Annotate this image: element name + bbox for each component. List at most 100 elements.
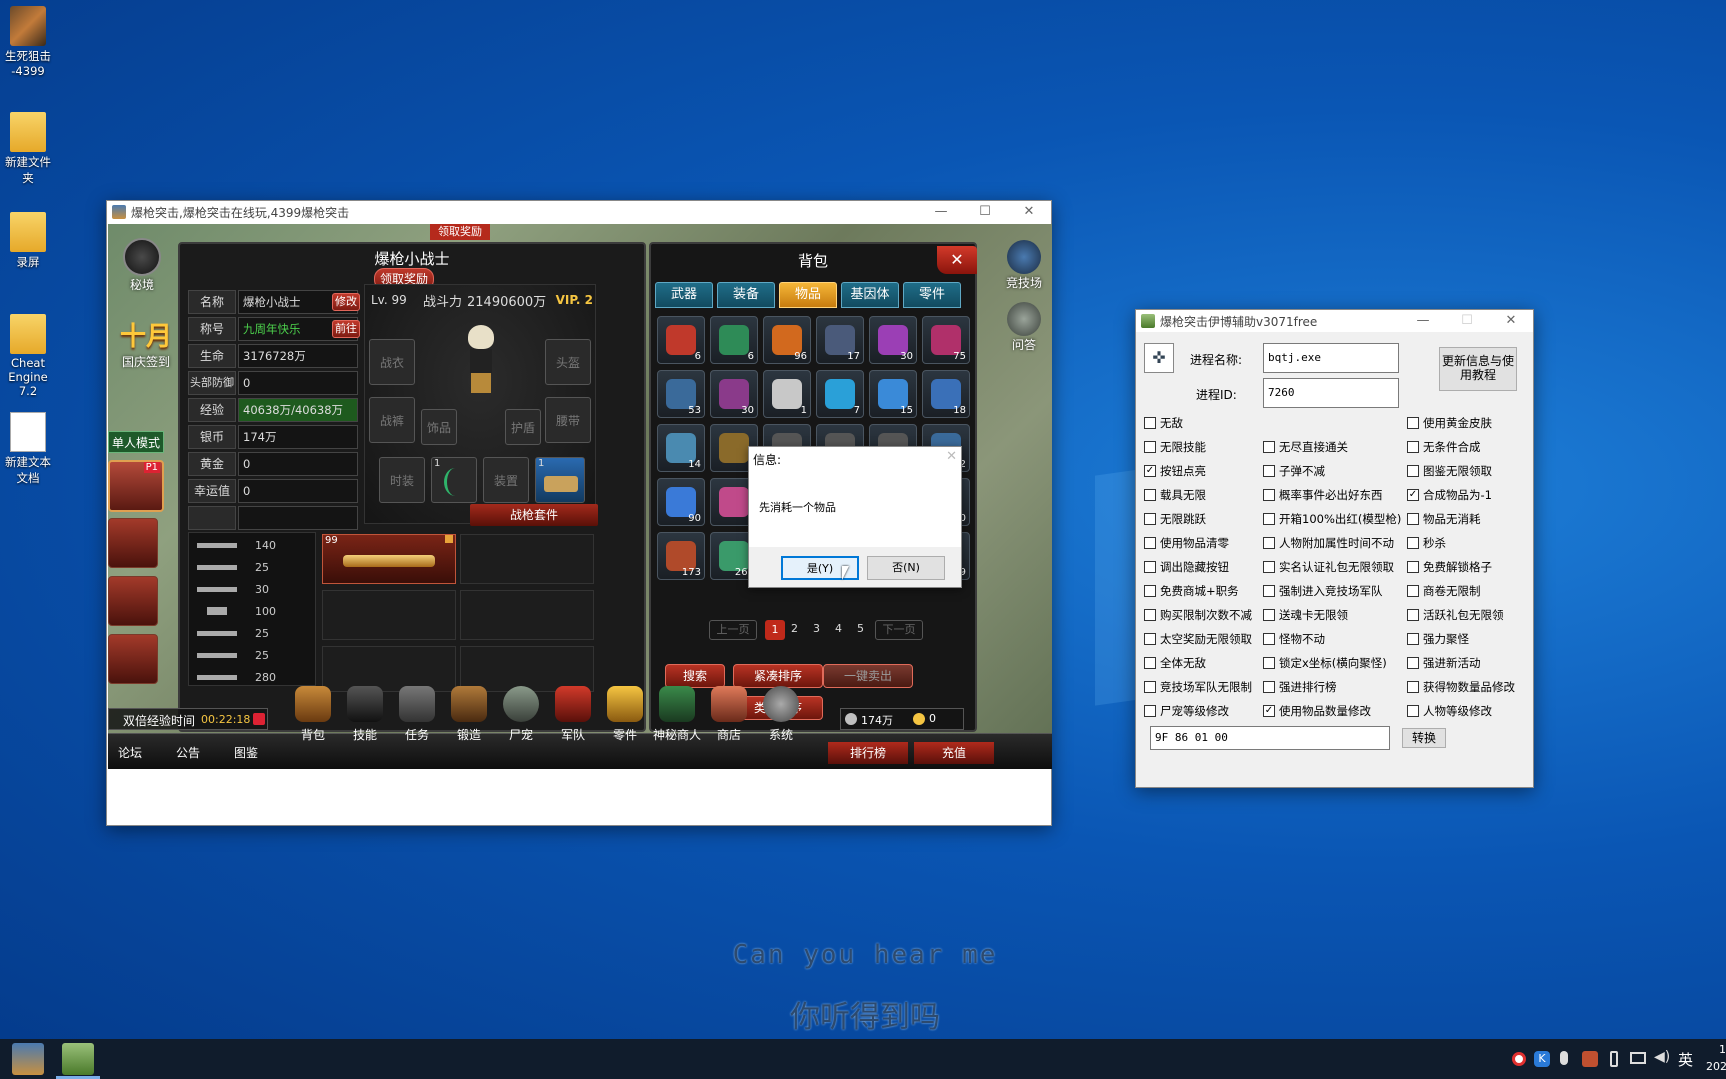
option-checkbox[interactable]: 载具无限 xyxy=(1144,487,1206,503)
option-checkbox[interactable]: 活跃礼包无限领 xyxy=(1407,607,1504,623)
minimize-button[interactable]: — xyxy=(1401,310,1445,332)
option-checkbox[interactable]: 怪物不动 xyxy=(1263,631,1325,647)
desktop-icon-new-folder[interactable]: 新建文件夹 xyxy=(0,112,56,186)
bag-item-slot[interactable]: 96 xyxy=(763,316,811,364)
option-checkbox[interactable]: ✓ 按钮点亮 xyxy=(1144,463,1206,479)
checkbox-unchecked-icon[interactable] xyxy=(1407,561,1419,573)
taskbar-game-app[interactable] xyxy=(12,1043,44,1075)
slot-weapon[interactable]: 1 xyxy=(431,457,477,503)
checkbox-unchecked-icon[interactable] xyxy=(1144,585,1156,597)
checkbox-unchecked-icon[interactable] xyxy=(1263,513,1275,525)
bag-item-slot[interactable]: 6 xyxy=(710,316,758,364)
checkbox-unchecked-icon[interactable] xyxy=(1263,657,1275,669)
bag-item-slot[interactable]: 14 xyxy=(657,424,705,472)
close-button[interactable]: ✕ xyxy=(1007,201,1051,223)
checkbox-unchecked-icon[interactable] xyxy=(1144,489,1156,501)
menu-system[interactable]: 系统 xyxy=(756,686,806,743)
option-checkbox[interactable]: 全体无敌 xyxy=(1144,655,1206,671)
minimize-button[interactable]: — xyxy=(919,201,963,223)
tray-volume-icon[interactable]: ◀) xyxy=(1654,1049,1670,1065)
codex-link[interactable]: 图鉴 xyxy=(234,744,258,761)
bag-item-slot[interactable]: 6 xyxy=(657,316,705,364)
checkbox-unchecked-icon[interactable] xyxy=(1144,633,1156,645)
option-checkbox[interactable]: 实名认证礼包无限领取 xyxy=(1263,559,1394,575)
checkbox-unchecked-icon[interactable] xyxy=(1407,513,1419,525)
bag-item-slot[interactable]: 90 xyxy=(657,478,705,526)
option-checkbox[interactable]: 免费商城+职务 xyxy=(1144,583,1239,599)
desktop-icon-sniper[interactable]: 生死狙击 -4399 xyxy=(0,6,56,78)
search-button[interactable]: 搜索 xyxy=(665,664,725,688)
slot-bracer[interactable]: 战裤 xyxy=(369,397,415,443)
desktop-icon-text-doc[interactable]: 新建文本文档 xyxy=(0,412,56,486)
compact-sort-button[interactable]: 紧凑排序 xyxy=(733,664,823,688)
no-button[interactable]: 否(N) xyxy=(867,556,945,580)
checkbox-unchecked-icon[interactable] xyxy=(1144,681,1156,693)
notice-link[interactable]: 公告 xyxy=(176,744,200,761)
top-reward-banner[interactable]: 领取奖励 xyxy=(430,224,490,240)
checkbox-unchecked-icon[interactable] xyxy=(1144,609,1156,621)
menu-pets[interactable]: 尸宠 xyxy=(496,686,546,743)
option-checkbox[interactable]: 获得物数量品修改 xyxy=(1407,679,1515,695)
option-checkbox[interactable]: 使用黄金皮肤 xyxy=(1407,415,1492,431)
checkbox-unchecked-icon[interactable] xyxy=(1407,417,1419,429)
checkbox-checked-icon[interactable]: ✓ xyxy=(1263,705,1275,717)
menu-forge[interactable]: 锻造 xyxy=(444,686,494,743)
process-id-input[interactable]: 7260 xyxy=(1263,378,1399,408)
checkbox-unchecked-icon[interactable] xyxy=(1144,561,1156,573)
checkbox-unchecked-icon[interactable] xyxy=(1407,657,1419,669)
option-checkbox[interactable]: 无限技能 xyxy=(1144,439,1206,455)
checkbox-unchecked-icon[interactable] xyxy=(1407,633,1419,645)
option-checkbox[interactable]: 购买限制次数不减 xyxy=(1144,607,1252,623)
page-1[interactable]: 1 xyxy=(765,620,785,640)
game-window-titlebar[interactable]: 爆枪突击,爆枪突击在线玩,4399爆枪突击 — ☐ ✕ xyxy=(107,201,1051,223)
option-checkbox[interactable]: 无限跳跃 xyxy=(1144,511,1206,527)
tab-weapons[interactable]: 武器 xyxy=(655,282,713,308)
recharge-button[interactable]: 充值 xyxy=(914,742,994,764)
option-checkbox[interactable]: 调出隐藏按钮 xyxy=(1144,559,1229,575)
gun-slot-locked[interactable] xyxy=(460,590,594,640)
character-avatar-2[interactable] xyxy=(108,518,158,568)
option-checkbox[interactable]: 送魂卡无限领 xyxy=(1263,607,1348,623)
option-checkbox[interactable]: 太空奖励无限领取 xyxy=(1144,631,1252,647)
checkbox-unchecked-icon[interactable] xyxy=(1144,705,1156,717)
checkbox-checked-icon[interactable]: ✓ xyxy=(1144,465,1156,477)
option-checkbox[interactable]: 无条件合成 xyxy=(1407,439,1481,455)
option-checkbox[interactable]: 强力聚怪 xyxy=(1407,631,1469,647)
tray-mic-icon[interactable] xyxy=(1560,1051,1568,1065)
option-checkbox[interactable]: 物品无消耗 xyxy=(1407,511,1481,527)
option-checkbox[interactable]: 强进新活动 xyxy=(1407,655,1481,671)
option-checkbox[interactable]: 商卷无限制 xyxy=(1407,583,1481,599)
checkbox-unchecked-icon[interactable] xyxy=(1407,465,1419,477)
slot-vehicle[interactable]: 1 xyxy=(535,457,585,503)
close-button[interactable]: ✕ xyxy=(1489,310,1533,332)
convert-button[interactable]: 转换 xyxy=(1402,728,1446,748)
tray-clock[interactable]: 1 202 xyxy=(1706,1041,1726,1075)
taskbar-helper-app[interactable] xyxy=(62,1043,94,1075)
menu-skills[interactable]: 技能 xyxy=(340,686,390,743)
option-checkbox[interactable]: ✓ 使用物品数量修改 xyxy=(1263,703,1371,719)
prev-page-button[interactable]: 上一页 xyxy=(709,620,757,640)
tab-genes[interactable]: 基因体 xyxy=(841,282,899,308)
option-checkbox[interactable]: 无尽直接通关 xyxy=(1263,439,1348,455)
sell-all-button[interactable]: 一键卖出 xyxy=(823,664,913,688)
slot-helmet[interactable]: 头盔 xyxy=(545,339,591,385)
menu-shop[interactable]: 商店 xyxy=(704,686,754,743)
forum-link[interactable]: 论坛 xyxy=(118,744,142,761)
hex-value-input[interactable]: 9F 86 01 00 xyxy=(1150,726,1390,750)
page-2[interactable]: 2 xyxy=(791,622,805,635)
menu-army[interactable]: 军队 xyxy=(548,686,598,743)
bag-close-icon[interactable]: ✕ xyxy=(937,246,977,274)
tab-equipment[interactable]: 装备 xyxy=(717,282,775,308)
tray-k-icon[interactable]: K xyxy=(1534,1051,1550,1067)
bag-item-slot[interactable]: 15 xyxy=(869,370,917,418)
checkbox-checked-icon[interactable]: ✓ xyxy=(1407,489,1419,501)
slot-shield[interactable]: 护盾 xyxy=(505,409,541,445)
option-checkbox[interactable]: 强制进入竞技场军队 xyxy=(1263,583,1383,599)
checkbox-unchecked-icon[interactable] xyxy=(1263,681,1275,693)
tray-usb-icon[interactable] xyxy=(1610,1051,1618,1067)
option-checkbox[interactable]: 概率事件必出好东西 xyxy=(1263,487,1383,503)
option-checkbox[interactable]: 使用物品清零 xyxy=(1144,535,1229,551)
gun-slot-equipped[interactable]: 99 xyxy=(322,534,456,584)
option-checkbox[interactable]: 免费解锁格子 xyxy=(1407,559,1492,575)
checkbox-unchecked-icon[interactable] xyxy=(1407,705,1419,717)
